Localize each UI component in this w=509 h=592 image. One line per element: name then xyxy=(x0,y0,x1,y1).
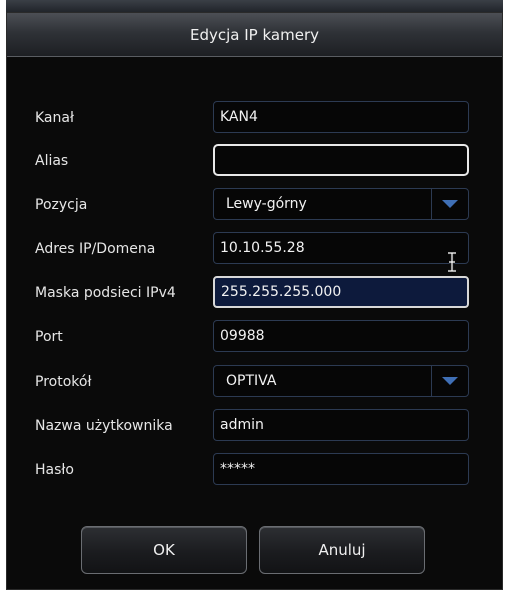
text-cursor-icon xyxy=(448,252,456,272)
position-select-value: Lewy-górny xyxy=(226,196,307,212)
alias-label: Alias xyxy=(35,153,69,169)
position-select[interactable]: Lewy-górny xyxy=(213,188,469,220)
password-row: Hasło ***** xyxy=(7,453,502,487)
ip-label: Adres IP/Domena xyxy=(35,241,156,257)
password-label: Hasło xyxy=(35,462,74,478)
ok-button[interactable]: OK xyxy=(81,526,247,574)
port-row: Port 09988 xyxy=(7,320,502,354)
port-label: Port xyxy=(35,329,63,345)
mask-label: Maska podsieci IPv4 xyxy=(35,285,176,301)
protocol-select[interactable]: OPTIVA xyxy=(213,365,469,397)
password-field[interactable]: ***** xyxy=(213,453,469,485)
cancel-button[interactable]: Anuluj xyxy=(259,526,425,574)
dialog-title: Edycja IP kamery xyxy=(7,13,502,57)
position-dropdown-button[interactable] xyxy=(431,189,468,219)
port-field[interactable]: 09988 xyxy=(213,320,469,352)
position-row: Pozycja Lewy-górny xyxy=(7,188,502,222)
channel-row: Kanał KAN4 xyxy=(7,101,502,135)
triangle-down-icon xyxy=(442,377,458,385)
username-row: Nazwa użytkownika admin xyxy=(7,409,502,443)
ip-field[interactable]: 10.10.55.28 xyxy=(213,232,469,264)
edit-ip-camera-dialog: Edycja IP kamery Kanał KAN4 Alias Pozycj… xyxy=(6,12,503,590)
protocol-select-value: OPTIVA xyxy=(226,373,277,389)
mask-row: Maska podsieci IPv4 255.255.255.000 xyxy=(7,276,502,310)
channel-label: Kanał xyxy=(35,110,74,126)
username-field[interactable]: admin xyxy=(213,409,469,441)
alias-row: Alias xyxy=(7,144,502,178)
protocol-row: Protokół OPTIVA xyxy=(7,365,502,399)
username-label: Nazwa użytkownika xyxy=(35,418,173,434)
mask-field[interactable]: 255.255.255.000 xyxy=(213,276,469,308)
channel-field[interactable]: KAN4 xyxy=(213,101,469,133)
position-label: Pozycja xyxy=(35,197,88,213)
alias-field[interactable] xyxy=(213,144,469,176)
protocol-dropdown-button[interactable] xyxy=(431,366,468,396)
ip-row: Adres IP/Domena 10.10.55.28 xyxy=(7,232,502,266)
triangle-down-icon xyxy=(442,200,458,208)
protocol-label: Protokół xyxy=(35,374,92,390)
